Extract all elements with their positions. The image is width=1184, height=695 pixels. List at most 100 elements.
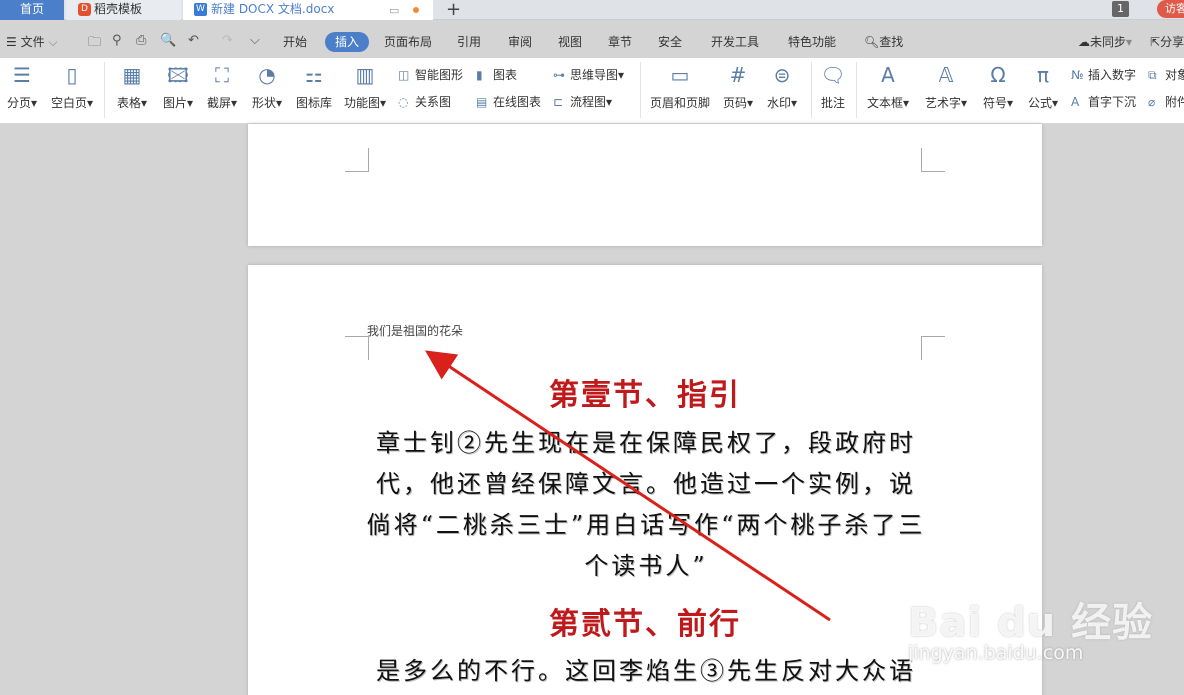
shape-button[interactable]: ◔ 形状▾ [249,62,285,111]
table-button[interactable]: ▦ 表格▾ [114,62,150,111]
document-page-1[interactable] [248,124,1042,246]
drop-cap-icon: A [1071,95,1080,109]
menu-view[interactable]: 视图 [558,32,582,52]
visitor-button[interactable]: 访客 [1157,0,1184,18]
mindmap-button[interactable]: ⊶ 思维导图▾ [553,66,624,83]
menu-references[interactable]: 引用 [457,32,481,52]
menu-insert[interactable]: 插入 [325,32,370,52]
chevron-down-icon: ▾ [1126,35,1133,49]
symbol-button[interactable]: Ω 符号▾ [980,62,1016,111]
margin-corner-mark [921,148,945,172]
margin-corner-mark [345,148,369,172]
tab-docer-templates[interactable]: D 稻壳模板 [66,0,181,20]
undo-icon[interactable]: ↶ [188,33,199,48]
header-footer-label: 页眉和页脚 [649,96,710,110]
header-footer-button[interactable]: ▭ 页眉和页脚 [648,62,712,111]
ribbon-divider [104,62,105,118]
insert-number-button[interactable]: № 插入数字 [1071,66,1136,83]
ribbon-divider [811,62,812,118]
open-icon[interactable]: 🗀 [88,33,101,55]
watermark-button[interactable]: ⊜ 水印▾ [764,62,800,111]
tab-home[interactable]: 首页 [0,0,64,20]
window-count-badge[interactable]: 1 [1112,1,1129,17]
flowchart-button[interactable]: ⊏ 流程图▾ [553,93,612,110]
smart-shape-label: 智能图形 [415,68,464,82]
section-heading-2[interactable]: 第贰节、前行 [370,599,920,643]
section-heading-1[interactable]: 第壹节、指引 [370,370,920,414]
menu-bar: ☰ 文件 ⌵ 🗀 ⚲ ⎙ 🔍 ↶ ↷ ⌵ 开始 插入 页面布局 引用 审阅 视图… [0,28,1184,54]
menu-developer[interactable]: 开发工具 [711,32,759,52]
chevron-down-icon: ⌵ [48,35,58,49]
file-menu[interactable]: ☰ 文件 ⌵ [6,32,58,52]
sync-status[interactable]: ☁未同步▾ [1078,32,1132,52]
screenshot-button[interactable]: ⛶ 截屏▾ [204,62,240,111]
new-tab-button[interactable]: + [446,0,461,20]
symbol-label: 符号 [982,96,1007,110]
insert-number-label: 插入数字 [1088,68,1137,82]
file-menu-label: 文件 [20,35,45,49]
icon-library-button[interactable]: ⚏ 图标库 [294,62,334,111]
watermark-icon: ⊜ [773,63,791,87]
blank-page-icon: ▯ [66,63,78,87]
mindmap-icon: ⊶ [553,68,565,82]
page-number-button[interactable]: # 页码▾ [720,62,756,111]
wordart-button[interactable]: 𝔸 艺术字▾ [922,62,970,111]
watermark-brand: Bai du 经验 [908,600,1154,646]
chart-icon: ▮ [476,68,483,82]
drop-cap-button[interactable]: A 首字下沉 [1071,93,1136,110]
attachment-button[interactable]: ⌀ 附件 [1148,93,1184,110]
paperclip-icon: ⌀ [1148,95,1156,109]
print-icon[interactable]: ⎙ [136,33,146,48]
omega-icon: Ω [990,63,1006,87]
formula-label: 公式 [1027,96,1052,110]
menu-security[interactable]: 安全 [658,32,682,52]
monitor-icon[interactable]: ▭ [389,1,399,20]
comment-button[interactable]: 🗨 批注 [818,62,848,111]
shape-label: 形状 [251,96,276,110]
page-header-text[interactable]: 我们是祖国的花朵 [367,322,463,339]
chart-button[interactable]: ▮ 图表 [476,66,517,83]
share-button[interactable]: ⇱分享 [1150,32,1184,52]
mindmap-label: 思维导图 [570,68,619,82]
online-chart-button[interactable]: ▤ 在线图表 [476,93,541,110]
drop-cap-label: 首字下沉 [1088,95,1137,109]
cloud-icon: ☁ [1078,35,1090,49]
word-doc-icon: W [194,3,207,16]
tab-document[interactable]: W 新建 DOCX 文档.docx ▭ [183,0,433,20]
unsaved-dot-icon [413,7,419,13]
search-button[interactable]: 🔍︎查找 [864,32,903,52]
page-break-button[interactable]: ☰ 分页▾ [4,62,40,111]
menu-special[interactable]: 特色功能 [788,32,836,52]
picture-button[interactable]: 🖾 图片▾ [160,62,196,111]
screenshot-icon: ⛶ [215,63,229,87]
format-painter-icon[interactable]: ⚲ [112,33,122,48]
textbox-button[interactable]: A 文本框▾ [864,62,912,111]
function-chart-button[interactable]: ▥ 功能图▾ [342,62,388,111]
print-preview-icon[interactable]: 🔍 [160,33,176,48]
smart-shape-button[interactable]: ◫ 智能图形 [398,66,463,83]
object-button[interactable]: ⧉ 对象 [1148,66,1184,83]
relation-chart-label: 关系图 [415,95,452,109]
body-paragraph-2[interactable]: 是多么的不行。这回李焰生③先生反对大众语 [366,651,926,692]
flowchart-label: 流程图 [570,95,607,109]
menu-chapter[interactable]: 章节 [608,32,632,52]
watermark-label: 水印 [766,96,791,110]
pi-icon: π [1036,63,1050,87]
body-paragraph-1[interactable]: 章士钊②先生现在是在保障民权了，段政府时代，他还曾经保障文言。他造过一个实例，说… [366,423,926,587]
search-icon: 🔍︎ [864,35,880,49]
formula-button[interactable]: π 公式▾ [1025,62,1061,111]
quick-access-more-icon[interactable]: ⌵ [250,33,260,48]
shape-icon: ◔ [258,63,276,87]
smart-shape-icon: ◫ [398,68,410,82]
blank-page-button[interactable]: ▯ 空白页▾ [48,62,96,111]
function-chart-icon: ▥ [355,63,375,87]
menu-review[interactable]: 审阅 [508,32,532,52]
redo-icon[interactable]: ↷ [222,33,233,48]
attachment-label: 附件 [1165,95,1184,109]
watermark-url: jingyan.baidu.com [908,642,1084,664]
menu-page-layout[interactable]: 页面布局 [384,32,432,52]
menu-start[interactable]: 开始 [283,32,307,52]
picture-label: 图片 [162,96,187,110]
relation-chart-button[interactable]: ◌ 关系图 [398,93,451,110]
page-number-icon: # [729,63,747,87]
